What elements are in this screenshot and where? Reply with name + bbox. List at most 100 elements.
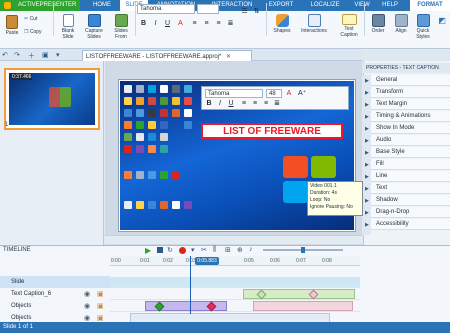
cut-clip-icon[interactable]: ✂	[201, 246, 207, 254]
object-bar[interactable]	[253, 301, 353, 311]
shape-fill-icon[interactable]: ◩	[436, 16, 448, 25]
prop-section-accessibility[interactable]: ▶ Accessibility	[365, 219, 450, 230]
caption-bold-icon[interactable]: B	[205, 99, 213, 108]
caption-size-select[interactable]: 48	[266, 89, 282, 98]
split-icon[interactable]: ⫼	[213, 246, 216, 254]
caption-grow-icon[interactable]: A⁺	[298, 89, 306, 98]
prop-section-line[interactable]: ▶ Line	[365, 171, 450, 182]
row-label: Objects	[11, 303, 32, 309]
dropdown-icon[interactable]: ▾	[191, 246, 195, 254]
align-center-icon[interactable]: ≡	[202, 19, 211, 28]
thumbnail-windows-icon	[49, 87, 71, 107]
prop-section-base-style[interactable]: ▶ Base Style	[365, 147, 450, 158]
blank-slide-button[interactable]: Blank Slide	[57, 14, 79, 40]
zoom-slider-thumb[interactable]	[301, 247, 305, 253]
caption-justify-icon[interactable]: ≣	[273, 99, 281, 108]
slide-bar[interactable]	[110, 277, 360, 287]
timeline-row-text-caption[interactable]: Text Caption_6 ◉ ▣	[0, 288, 110, 300]
track-objects[interactable]	[110, 300, 360, 312]
desktop-icon	[160, 145, 168, 153]
timeline-row-slide[interactable]: Slide	[0, 276, 110, 288]
bold-icon[interactable]: B	[139, 19, 148, 28]
document-tab[interactable]: LISTOFFREEWARE - LISTOFFREEWARE.approj* …	[82, 50, 252, 61]
capture-slides-button[interactable]: Capture Slides	[82, 14, 106, 40]
play-icon[interactable]: ▶	[145, 246, 151, 255]
tab-home[interactable]: HOME	[86, 0, 118, 11]
prop-section-transform[interactable]: ▶ Transform	[365, 87, 450, 98]
visibility-icon[interactable]: ◉	[84, 314, 90, 322]
timeline-row-objects[interactable]: Objects ◉ ▣	[0, 300, 110, 312]
align-right-icon[interactable]: ≡	[214, 19, 223, 28]
align-left-icon[interactable]: ≡	[190, 19, 199, 28]
insert-time-icon[interactable]: ⊞	[225, 246, 231, 254]
caption-underline-icon[interactable]: U	[227, 99, 235, 108]
prop-section-fill[interactable]: ▶ Fill	[365, 159, 450, 170]
lock-icon[interactable]: ▣	[97, 290, 104, 298]
app-menu-button[interactable]: ACTIVEPRESENTER	[0, 0, 80, 11]
copy-button[interactable]: ❐ Copy	[24, 29, 42, 35]
underline-icon[interactable]: U	[163, 19, 172, 28]
audio-icon[interactable]: ♪	[249, 246, 253, 253]
zoom-icon[interactable]: ⊕	[237, 246, 243, 254]
caption-italic-icon[interactable]: I	[216, 99, 224, 108]
visibility-icon[interactable]: ◉	[84, 302, 90, 310]
prop-section-show-in-mode[interactable]: ▶ Show In Mode	[365, 123, 450, 134]
prop-section-drag-n-drop[interactable]: ▶ Drag-n-Drop	[365, 207, 450, 218]
tab-export[interactable]: EXPORT	[264, 0, 298, 11]
save-icon[interactable]: ▣	[42, 51, 49, 59]
slides-from-button[interactable]: Slides From	[109, 14, 133, 40]
close-tab-icon[interactable]: ✕	[226, 54, 231, 60]
playhead[interactable]	[190, 256, 191, 314]
prop-section-text[interactable]: ▶ Text	[365, 183, 450, 194]
properties-title: PROPERTIES - TEXT CAPTION	[363, 63, 450, 73]
tooltip-line: Loop: No	[310, 197, 331, 203]
caption-align-left-icon[interactable]: ≡	[240, 99, 248, 108]
prop-section-shadow[interactable]: ▶ Shadow	[365, 195, 450, 206]
text-direction-icon[interactable]: ⇅	[252, 7, 261, 16]
track-slide[interactable]	[110, 276, 360, 288]
record-icon[interactable]	[179, 247, 186, 254]
text-caption-callout[interactable]: LIST OF FREEWARE	[201, 123, 343, 139]
stop-icon[interactable]	[157, 247, 163, 253]
canvas-horizontal-scrollbar[interactable]	[105, 235, 362, 244]
justify-icon[interactable]: ≣	[226, 19, 235, 28]
lock-icon[interactable]: ▣	[97, 302, 104, 310]
paste-button[interactable]: Paste	[3, 15, 21, 36]
slides-from-icon	[114, 14, 128, 27]
font-color-icon[interactable]: A	[176, 19, 185, 28]
order-button[interactable]: Order	[367, 14, 389, 34]
prop-section-text-margin[interactable]: ▶ Text Margin	[365, 99, 450, 110]
tab-localize[interactable]: LOCALIZE	[304, 0, 346, 11]
caption-align-center-icon[interactable]: ≡	[251, 99, 259, 108]
font-family-select[interactable]: Tahoma	[137, 4, 195, 14]
italic-icon[interactable]: I	[151, 19, 160, 28]
prop-section-timing[interactable]: ▶ Timing & Animations	[365, 111, 450, 122]
video-tooltip: Video 001.1 Duration: 4s Loop: No Ignore…	[307, 181, 363, 216]
new-slide-icon[interactable]: ＋	[28, 51, 35, 61]
caption-font-select[interactable]: Tahoma	[205, 89, 263, 98]
loop-icon[interactable]: ↻	[167, 246, 173, 254]
slide-thumbnail[interactable]: 0:37.466	[4, 68, 100, 130]
prop-section-general[interactable]: ▶ General	[365, 75, 450, 86]
align-button[interactable]: Align	[390, 14, 412, 34]
undo-icon[interactable]: ↶	[2, 51, 8, 59]
quick-styles-button[interactable]: Quick Styles	[412, 14, 434, 40]
caption-align-right-icon[interactable]: ≡	[262, 99, 270, 108]
caption-font-color-icon[interactable]: A	[285, 89, 293, 98]
tab-view[interactable]: VIEW	[351, 0, 373, 11]
redo-icon[interactable]: ↷	[14, 51, 20, 59]
row-label: Text Caption_6	[11, 291, 52, 297]
dropdown-icon[interactable]: ▾	[56, 51, 60, 59]
track-text-caption[interactable]	[110, 288, 360, 300]
tab-format[interactable]: FORMAT	[410, 0, 450, 11]
bullets-icon[interactable]: ☰	[240, 7, 249, 16]
cut-button[interactable]: ✂ Cut	[24, 16, 37, 22]
text-caption-button[interactable]: Text Caption	[336, 14, 362, 38]
shapes-button[interactable]: Shapes	[270, 14, 294, 34]
prop-section-audio[interactable]: ▶ Audio	[365, 135, 450, 146]
font-size-select[interactable]	[197, 4, 219, 14]
interactions-button[interactable]: Interactions	[297, 14, 331, 34]
lock-icon[interactable]: ▣	[97, 314, 104, 322]
visibility-icon[interactable]: ◉	[84, 290, 90, 298]
tab-help[interactable]: HELP	[378, 0, 402, 11]
